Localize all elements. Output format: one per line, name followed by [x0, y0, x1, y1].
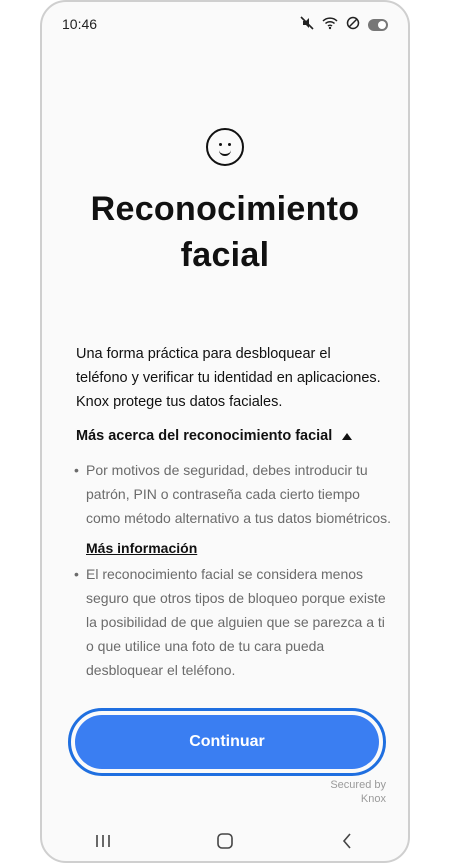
more-info-toggle[interactable]: Más acerca del reconocimiento facial — [76, 428, 353, 444]
secured-by-knox: Secured by Knox — [330, 779, 386, 805]
home-icon[interactable] — [211, 830, 239, 852]
intro-text: Una forma práctica para desbloquear el t… — [76, 346, 381, 410]
details-list: Por motivos de seguridad, debes introduc… — [72, 458, 392, 682]
face-icon — [206, 128, 244, 166]
more-info-link[interactable]: Más información — [86, 536, 197, 560]
status-bar: 10:46 — [62, 14, 388, 34]
caret-up-icon — [342, 432, 353, 440]
status-icons — [300, 16, 388, 33]
list-item: El reconocimiento facial se considera me… — [72, 562, 392, 682]
list-item: Por motivos de seguridad, debes introduc… — [72, 458, 392, 530]
continue-focus-ring: Continuar — [68, 708, 386, 776]
status-time: 10:46 — [62, 16, 98, 32]
wifi-icon — [322, 16, 338, 33]
battery-icon — [368, 18, 388, 31]
continue-button[interactable]: Continuar — [75, 715, 379, 769]
section-label: Más acerca del reconocimiento facial — [76, 428, 333, 444]
do-not-disturb-icon — [346, 16, 360, 33]
phone-screen: 10:46 Reconocimiento facial Una forma pr… — [40, 0, 410, 863]
navigation-bar — [42, 827, 408, 855]
back-icon[interactable] — [333, 830, 361, 852]
recents-icon[interactable] — [89, 830, 117, 852]
page-title: Reconocimiento facial — [90, 190, 360, 274]
mute-icon — [300, 16, 314, 33]
